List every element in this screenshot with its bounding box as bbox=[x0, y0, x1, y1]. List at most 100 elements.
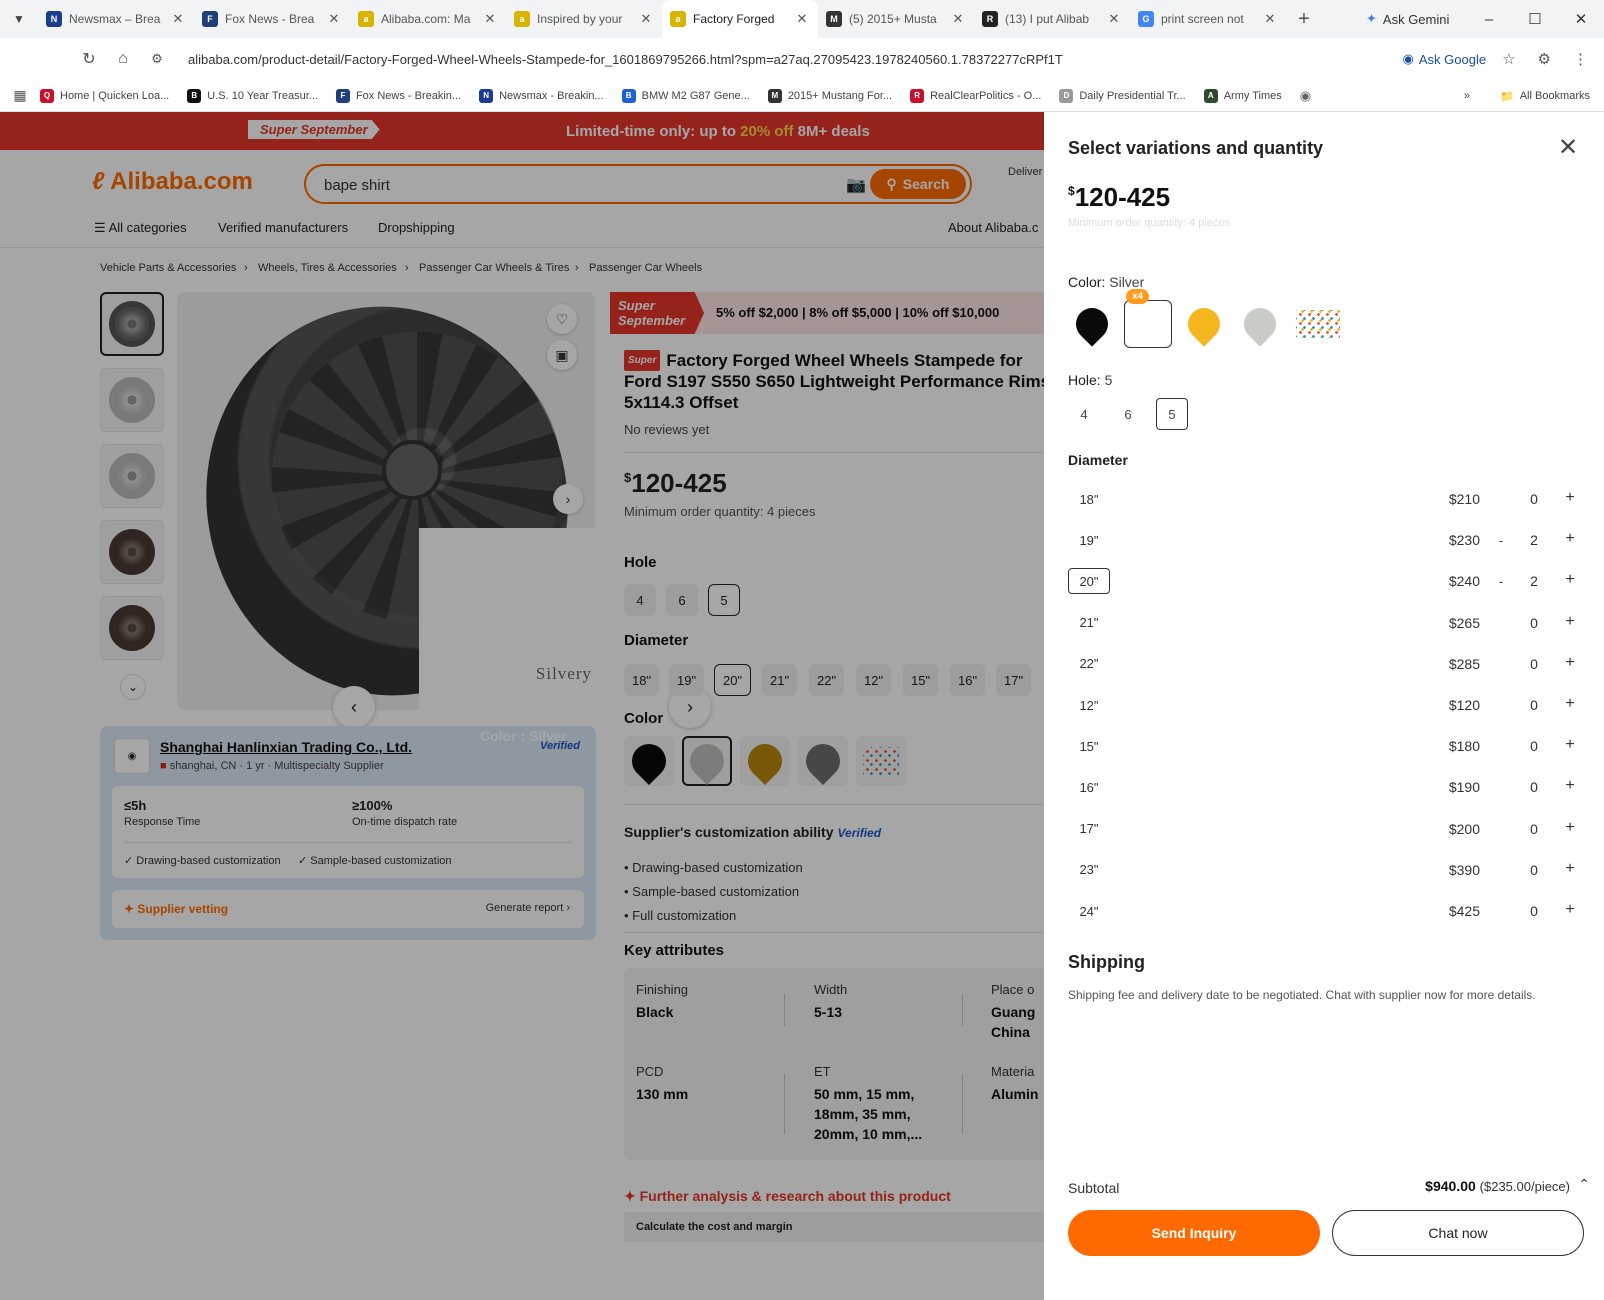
quantity-value[interactable]: 2 bbox=[1524, 573, 1544, 589]
discount-banner[interactable]: Super September 5% off $2,000 | 8% off $… bbox=[610, 292, 1050, 334]
quantity-value[interactable]: 2 bbox=[1524, 532, 1544, 548]
color-swatch-golden[interactable] bbox=[740, 736, 790, 786]
increment-button[interactable]: + bbox=[1560, 901, 1580, 919]
diameter-option[interactable]: 22" bbox=[809, 664, 845, 696]
hole-option[interactable]: 4 bbox=[1068, 398, 1100, 430]
browser-menu-icon[interactable]: ⋮ bbox=[1573, 50, 1588, 68]
increment-button[interactable]: + bbox=[1560, 819, 1580, 837]
hole-option[interactable]: 4 bbox=[624, 584, 656, 616]
diameter-size-label[interactable]: 24" bbox=[1068, 898, 1110, 924]
bookmark-item[interactable]: A Army Times bbox=[1203, 88, 1282, 103]
hole-option[interactable]: 6 bbox=[666, 584, 698, 616]
breadcrumb-item[interactable]: Vehicle Parts & Accessories bbox=[100, 262, 236, 274]
dropshipping-link[interactable]: Dropshipping bbox=[378, 220, 455, 235]
home-icon[interactable]: ⌂ bbox=[106, 50, 140, 68]
calculate-cost-button[interactable]: Calculate the cost and margin bbox=[624, 1212, 1054, 1242]
diameter-option[interactable]: 21" bbox=[762, 664, 798, 696]
browser-tab[interactable]: a Factory Forged ✕ bbox=[662, 0, 818, 38]
breadcrumb-item[interactable]: Passenger Car Wheels bbox=[589, 262, 702, 274]
deliver-to[interactable]: Deliver bbox=[1008, 166, 1042, 178]
increment-button[interactable]: + bbox=[1560, 654, 1580, 672]
bookmark-item[interactable]: B U.S. 10 Year Treasur... bbox=[187, 88, 318, 103]
promo-banner[interactable]: Super September Limited-time only: up to… bbox=[0, 112, 1044, 150]
browser-tab[interactable]: N Newsmax – Brea ✕ bbox=[38, 0, 194, 38]
quantity-value[interactable]: 0 bbox=[1524, 738, 1544, 754]
browser-tab[interactable]: a Alibaba.com: Ma ✕ bbox=[350, 0, 506, 38]
globe-icon[interactable]: ◉ bbox=[1300, 88, 1311, 104]
thumbnail[interactable] bbox=[100, 368, 164, 432]
diameter-size-label[interactable]: 20" bbox=[1068, 568, 1110, 595]
close-window-icon[interactable]: ✕ bbox=[1558, 0, 1604, 38]
alibaba-logo[interactable]: ℓ Alibaba.com bbox=[92, 168, 253, 196]
color-swatch-gold[interactable] bbox=[1180, 300, 1228, 348]
bookmark-item[interactable]: F Fox News - Breakin... bbox=[335, 88, 461, 103]
diameter-size-label[interactable]: 22" bbox=[1068, 651, 1110, 677]
hole-option-selected[interactable]: 5 bbox=[1156, 398, 1188, 430]
close-icon[interactable]: ✕ bbox=[1556, 136, 1580, 160]
diameter-size-label[interactable]: 15" bbox=[1068, 733, 1110, 759]
color-swatch-multi[interactable] bbox=[1294, 300, 1342, 348]
hole-option[interactable]: 6 bbox=[1112, 398, 1144, 430]
bookmark-star-icon[interactable]: ☆ bbox=[1502, 50, 1515, 68]
diameter-size-label[interactable]: 12" bbox=[1068, 692, 1110, 718]
diameter-size-label[interactable]: 23" bbox=[1068, 857, 1110, 883]
tab-close-icon[interactable]: ✕ bbox=[638, 11, 654, 27]
color-swatch-multi[interactable] bbox=[856, 736, 906, 786]
bookmark-item[interactable]: M 2015+ Mustang For... bbox=[767, 88, 892, 103]
hole-option-selected[interactable]: 5 bbox=[708, 584, 740, 616]
browser-tab[interactable]: R (13) I put Alibab ✕ bbox=[974, 0, 1130, 38]
prev-image-arrow-icon[interactable]: ‹ bbox=[333, 686, 375, 728]
tab-close-icon[interactable]: ✕ bbox=[794, 11, 810, 27]
diameter-option-selected[interactable]: 20" bbox=[714, 664, 752, 696]
heart-icon[interactable]: ♡ bbox=[547, 304, 577, 334]
minimize-icon[interactable]: – bbox=[1466, 0, 1512, 38]
ask-google-button[interactable]: ◉ Ask Google bbox=[1403, 51, 1487, 67]
color-swatch-black[interactable] bbox=[1068, 300, 1116, 348]
tab-search-chevron-icon[interactable]: ▼ bbox=[0, 0, 38, 38]
diameter-option[interactable]: 17" bbox=[996, 664, 1032, 696]
quantity-value[interactable]: 0 bbox=[1524, 656, 1544, 672]
apps-grid-icon[interactable]: ▦ bbox=[0, 87, 40, 104]
quantity-value[interactable]: 0 bbox=[1524, 491, 1544, 507]
bookmark-item[interactable]: D Daily Presidential Tr... bbox=[1059, 88, 1186, 103]
decrement-button[interactable]: - bbox=[1494, 532, 1508, 548]
further-analysis-link[interactable]: ✦ Further analysis & research about this… bbox=[624, 1188, 951, 1205]
verified-manufacturers-link[interactable]: Verified manufacturers bbox=[218, 220, 348, 235]
tab-close-icon[interactable]: ✕ bbox=[1106, 11, 1122, 27]
thumbnail[interactable] bbox=[100, 596, 164, 660]
quantity-value[interactable]: 0 bbox=[1524, 779, 1544, 795]
increment-button[interactable]: + bbox=[1560, 613, 1580, 631]
browser-tab[interactable]: M (5) 2015+ Musta ✕ bbox=[818, 0, 974, 38]
increment-button[interactable]: + bbox=[1560, 695, 1580, 713]
quantity-value[interactable]: 0 bbox=[1524, 862, 1544, 878]
maximize-icon[interactable]: ☐ bbox=[1512, 0, 1558, 38]
diameter-size-label[interactable]: 21" bbox=[1068, 610, 1110, 636]
site-settings-icon[interactable]: ⚙ bbox=[140, 51, 174, 67]
color-swatch-gun-grey[interactable] bbox=[798, 736, 848, 786]
camera-search-icon[interactable]: 📷 bbox=[846, 175, 866, 195]
color-swatch-silvery[interactable] bbox=[682, 736, 732, 786]
increment-button[interactable]: + bbox=[1560, 736, 1580, 754]
thumbnail[interactable] bbox=[100, 520, 164, 584]
color-swatch-black[interactable] bbox=[624, 736, 674, 786]
tab-close-icon[interactable]: ✕ bbox=[170, 11, 186, 27]
supplier-name-link[interactable]: Shanghai Hanlinxian Trading Co., Ltd. bbox=[160, 739, 412, 755]
all-bookmarks-button[interactable]: 📁 All Bookmarks bbox=[1500, 90, 1590, 103]
thumbnail[interactable] bbox=[100, 444, 164, 508]
quantity-value[interactable]: 0 bbox=[1524, 615, 1544, 631]
breadcrumb-item[interactable]: Passenger Car Wheels & Tires bbox=[419, 262, 569, 274]
supplier-vetting-row[interactable]: ✦ Supplier vetting Generate report › bbox=[112, 890, 584, 928]
diameter-option[interactable]: 18" bbox=[624, 664, 660, 696]
color-swatch-grey[interactable] bbox=[1236, 300, 1284, 348]
diameter-size-label[interactable]: 16" bbox=[1068, 774, 1110, 800]
new-tab-button[interactable]: + bbox=[1286, 8, 1322, 31]
tab-close-icon[interactable]: ✕ bbox=[482, 11, 498, 27]
thumbnail[interactable] bbox=[100, 292, 164, 356]
chevron-up-icon[interactable]: ⌃ bbox=[1578, 1176, 1590, 1193]
increment-button[interactable]: + bbox=[1560, 571, 1580, 589]
decrement-button[interactable]: - bbox=[1494, 573, 1508, 589]
reload-icon[interactable]: ↻ bbox=[72, 49, 106, 69]
chevron-right-icon[interactable]: › bbox=[553, 484, 583, 514]
browser-tab[interactable]: a Inspired by your ✕ bbox=[506, 0, 662, 38]
quantity-value[interactable]: 0 bbox=[1524, 821, 1544, 837]
